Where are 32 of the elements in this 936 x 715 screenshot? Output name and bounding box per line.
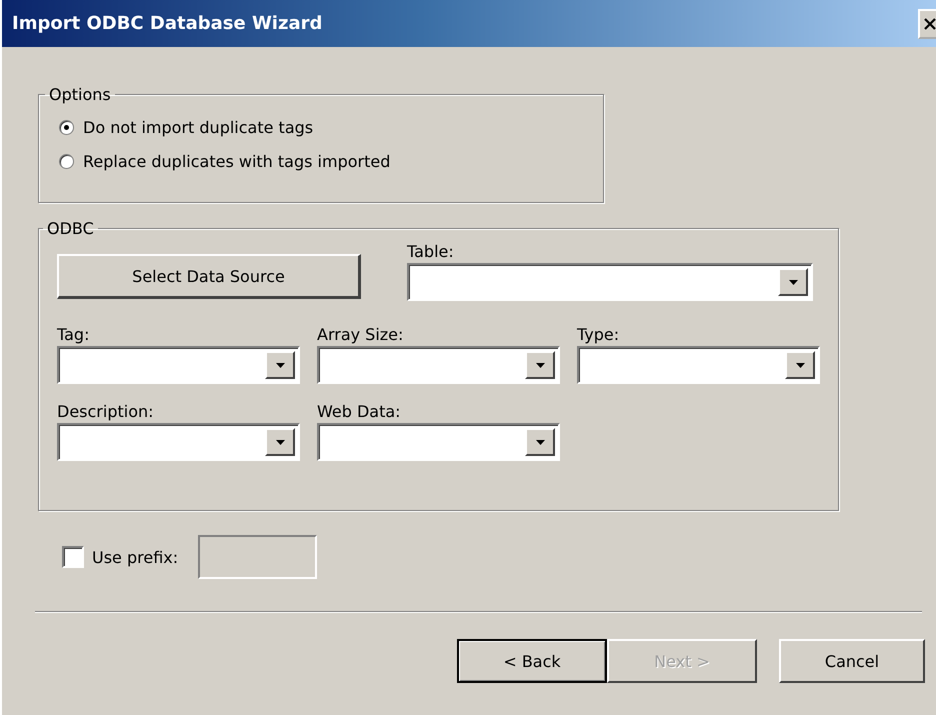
radio-label[interactable]: Do not import duplicate tags [83,118,314,136]
dropdown-arrow-icon [536,440,544,444]
dropdown-field[interactable] [577,346,820,384]
dropdown-arrow-icon [788,280,798,284]
dropdown-field[interactable] [57,346,300,384]
dropdown-field[interactable] [407,263,813,301]
field-label: Array Size: [317,325,404,344]
window-title: Import ODBC Database Wizard [11,13,322,34]
dropdown-field[interactable] [57,423,300,461]
dropdown-arrow-icon [276,362,284,368]
checkbox[interactable] [62,546,84,568]
dropdown-field[interactable] [317,423,560,461]
field-label: Web Data: [317,402,402,421]
close-button[interactable] [918,8,936,38]
field-label: Table: [407,242,455,261]
group-label: Options [48,85,112,104]
dropdown-field[interactable] [317,346,560,384]
radio-label[interactable]: Replace duplicates with tags imported [83,152,390,170]
dropdown-arrow-icon [536,362,544,368]
field-label: Description: [57,402,155,421]
wizard-button[interactable]: Cancel [779,639,925,683]
field-label: Type: [577,325,620,344]
close-icon [924,18,936,30]
select-data-source-button[interactable]: Select Data Source [57,254,361,299]
dropdown-arrow-icon [796,362,804,368]
dropdown-arrow-icon [276,440,284,444]
group-label: ODBC [46,219,95,238]
radio-button[interactable] [59,154,74,168]
checkbox-label[interactable]: Use prefix: [92,548,178,566]
radio-button[interactable] [59,120,74,134]
wizard-button[interactable]: < Back [457,639,607,683]
field-label: Tag: [57,325,90,344]
